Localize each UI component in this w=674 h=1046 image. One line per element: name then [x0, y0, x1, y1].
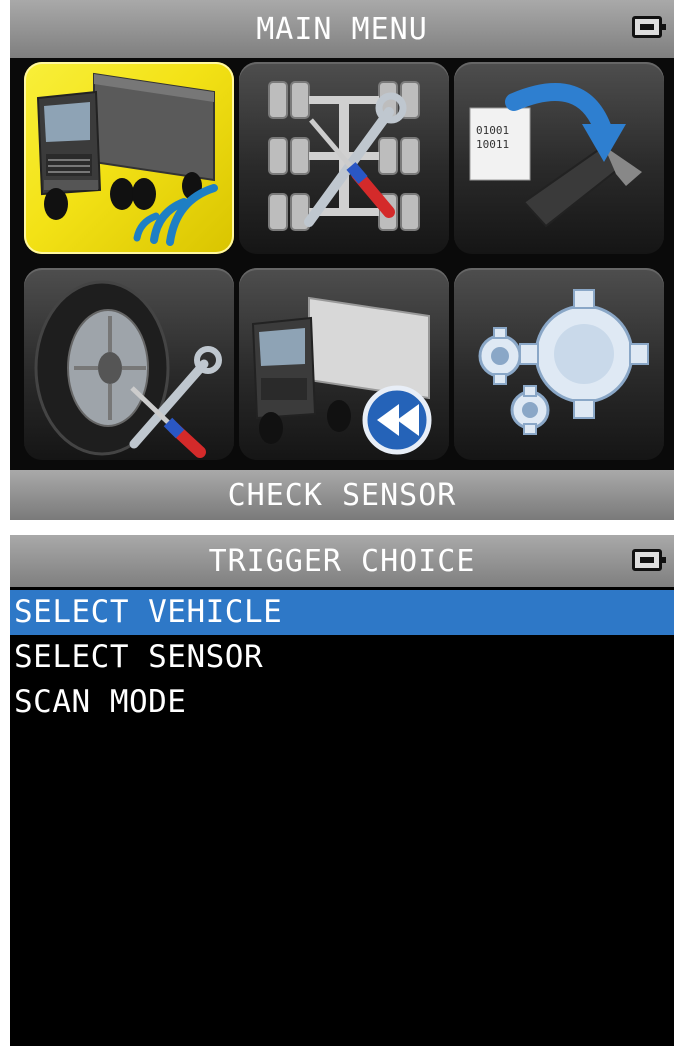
check-sensor-tile[interactable] — [24, 62, 234, 254]
main-menu-status-bar: CHECK SENSOR — [10, 470, 674, 520]
axle-service-tools-icon — [268, 81, 420, 231]
sensor-programming-tile[interactable]: 01001 10011 — [454, 62, 664, 254]
trigger-choice-title: TRIGGER CHOICE — [208, 543, 476, 579]
main-menu-grid: 01001 10011 — [24, 62, 664, 462]
settings-tile[interactable] — [454, 268, 664, 460]
tire-service-tile[interactable] — [24, 268, 234, 460]
truck-rewind-tile[interactable] — [239, 268, 449, 460]
settings-gears-icon — [478, 289, 649, 435]
axle-service-tile[interactable] — [239, 62, 449, 254]
selected-function-label: CHECK SENSOR — [227, 477, 457, 513]
truck-rewind-icon — [251, 296, 432, 455]
truck-sensor-signal-icon — [36, 72, 218, 246]
sensor-programming-icon: 01001 10011 — [469, 83, 642, 228]
trigger-choice-menu: SELECT VEHICLE SELECT SENSOR SCAN MODE — [10, 590, 674, 725]
battery-icon — [632, 549, 666, 571]
main-menu-header: MAIN MENU — [10, 0, 674, 58]
battery-icon — [632, 16, 666, 38]
trigger-choice-header: TRIGGER CHOICE — [10, 535, 674, 587]
main-menu-screen: MAIN MENU 01001 10011 CHECK SENSOR — [10, 0, 674, 520]
svg-text:10011: 10011 — [476, 138, 509, 151]
menu-item-select-vehicle[interactable]: SELECT VEHICLE — [10, 590, 674, 635]
menu-item-scan-mode[interactable]: SCAN MODE — [10, 680, 674, 725]
main-menu-title: MAIN MENU — [256, 11, 428, 47]
trigger-choice-screen: TRIGGER CHOICE SELECT VEHICLE SELECT SEN… — [10, 535, 674, 1046]
tire-service-tools-icon — [34, 280, 222, 458]
menu-item-select-sensor[interactable]: SELECT SENSOR — [10, 635, 674, 680]
svg-text:01001: 01001 — [476, 124, 509, 137]
